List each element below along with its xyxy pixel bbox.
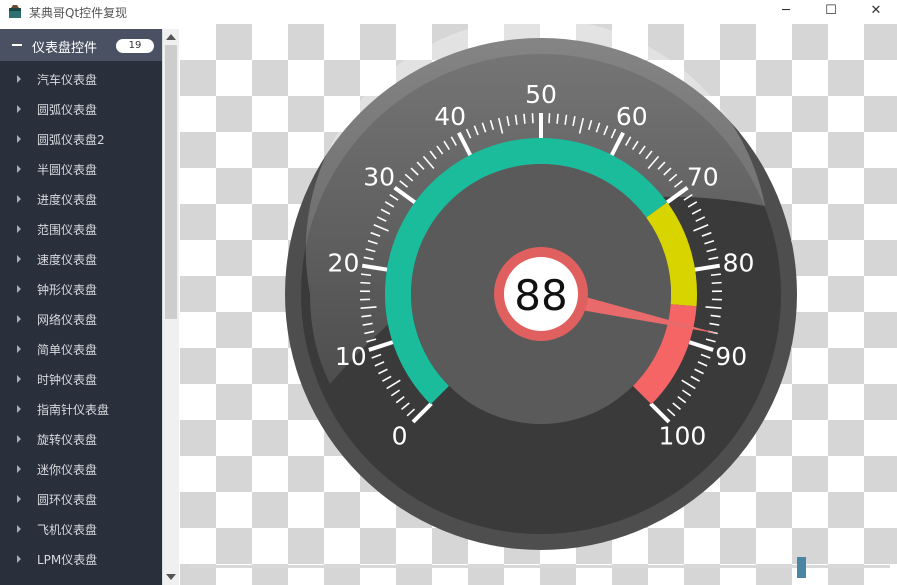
sidebar-item-label: 速度仪表盘: [37, 253, 98, 267]
window-title: 某典哥Qt控件复现: [29, 6, 128, 20]
sidebar-item[interactable]: 圆弧仪表盘2: [0, 124, 162, 154]
nav-group-title: 仪表盘控件: [32, 41, 98, 56]
sidebar-item-label: 简单仪表盘: [37, 343, 98, 357]
sidebar-item-label: 指南针仪表盘: [37, 403, 110, 417]
chevron-right-icon: [17, 465, 21, 473]
chevron-right-icon: [17, 405, 21, 413]
sidebar-item-label: 圆弧仪表盘: [37, 103, 98, 117]
scale-label: 30: [363, 162, 395, 191]
chevron-right-icon: [17, 495, 21, 503]
sidebar-item[interactable]: 旋转仪表盘: [0, 424, 162, 454]
sidebar-item-label: 进度仪表盘: [37, 193, 98, 207]
sidebar-item[interactable]: 进度仪表盘: [0, 184, 162, 214]
chevron-right-icon: [17, 435, 21, 443]
chevron-right-icon: [17, 135, 21, 143]
sidebar-item-label: 网络仪表盘: [37, 313, 98, 327]
sidebar-item-label: 汽车仪表盘: [37, 73, 98, 87]
sidebar-item-label: LPM仪表盘: [37, 553, 98, 567]
chevron-right-icon: [17, 75, 21, 83]
app-window-icon: [9, 5, 21, 18]
scroll-down-arrow-icon[interactable]: [166, 574, 176, 580]
gauge-value-text: 88: [514, 271, 567, 320]
sidebar-item-label: 半圆仪表盘: [37, 163, 98, 177]
scale-label: 80: [723, 249, 755, 278]
sidebar-item-label: 钟形仪表盘: [37, 283, 98, 297]
chevron-right-icon: [17, 225, 21, 233]
scale-label: 50: [525, 80, 557, 109]
sidebar-item-label: 飞机仪表盘: [37, 523, 98, 537]
scale-label: 40: [434, 102, 466, 131]
nav-group-count-badge: 19: [116, 39, 154, 53]
minor-tick: [711, 281, 722, 285]
sidebar-item[interactable]: 时钟仪表盘: [0, 364, 162, 394]
chevron-right-icon: [17, 315, 21, 323]
sidebar-item[interactable]: LPM仪表盘: [0, 544, 162, 574]
sidebar-item[interactable]: 指南针仪表盘: [0, 394, 162, 424]
sidebar-item-label: 范围仪表盘: [37, 223, 98, 237]
minor-tick: [523, 113, 526, 124]
minor-tick: [710, 273, 721, 277]
chevron-right-icon: [17, 555, 21, 563]
gauge-preview-area: 0 10 20 30 40 50 60 70 80 90 100 88: [180, 24, 897, 585]
sidebar-item[interactable]: 飞机仪表盘: [0, 514, 162, 544]
scale-label: 100: [659, 421, 707, 450]
sidebar-item[interactable]: 范围仪表盘: [0, 214, 162, 244]
maximize-button[interactable]: ☐: [808, 0, 854, 24]
sidebar-item-label: 迷你仪表盘: [37, 463, 98, 477]
sidebar-item[interactable]: 网络仪表盘: [0, 304, 162, 334]
sidebar-item[interactable]: 钟形仪表盘: [0, 274, 162, 304]
scale-label: 60: [616, 102, 648, 131]
chevron-right-icon: [17, 105, 21, 113]
minimize-button[interactable]: ─: [763, 0, 809, 24]
value-slider-handle[interactable]: [797, 557, 806, 578]
sidebar-item[interactable]: 圆弧仪表盘: [0, 94, 162, 124]
nav-list: 汽车仪表盘圆弧仪表盘圆弧仪表盘2 半圆仪表盘进度仪表盘范围仪表盘速度仪表盘钟形仪表…: [0, 64, 162, 574]
chevron-right-icon: [17, 285, 21, 293]
sidebar-scrollbar[interactable]: [162, 29, 179, 585]
sidebar-item-label: 旋转仪表盘: [37, 433, 98, 447]
sidebar-item[interactable]: 速度仪表盘: [0, 244, 162, 274]
minor-tick: [361, 273, 372, 277]
minor-tick: [360, 281, 371, 285]
chevron-right-icon: [17, 345, 21, 353]
sidebar-item-label: 时钟仪表盘: [37, 373, 98, 387]
scale-label: 0: [392, 421, 408, 450]
minor-tick: [556, 113, 559, 124]
scrollbar-thumb[interactable]: [165, 45, 177, 319]
chevron-right-icon: [17, 375, 21, 383]
collapse-icon[interactable]: [12, 44, 22, 46]
chevron-right-icon: [17, 165, 21, 173]
nav-group-header[interactable]: 仪表盘控件 19: [0, 29, 162, 61]
scale-label: 70: [687, 162, 719, 191]
scale-label: 20: [328, 249, 360, 278]
sidebar-item[interactable]: 简单仪表盘: [0, 334, 162, 364]
value-slider-track[interactable]: [190, 565, 890, 568]
scroll-up-arrow-icon[interactable]: [166, 34, 176, 40]
close-button[interactable]: ✕: [853, 0, 897, 24]
sidebar-nav: 仪表盘控件 19 汽车仪表盘圆弧仪表盘圆弧仪表盘2 半圆仪表盘进度仪表盘范围仪表盘…: [0, 29, 162, 585]
sidebar-item-label: 圆环仪表盘: [37, 493, 98, 507]
chevron-right-icon: [17, 525, 21, 533]
sidebar-item-label: 圆弧仪表盘2: [37, 133, 105, 147]
sidebar-item[interactable]: 汽车仪表盘: [0, 64, 162, 94]
chevron-right-icon: [17, 195, 21, 203]
scale-label: 10: [335, 342, 367, 371]
sidebar-item[interactable]: 圆环仪表盘: [0, 484, 162, 514]
car-gauge: 0 10 20 30 40 50 60 70 80 90 100 88: [285, 24, 797, 550]
sidebar-item[interactable]: 迷你仪表盘: [0, 454, 162, 484]
sidebar-item[interactable]: 半圆仪表盘: [0, 154, 162, 184]
chevron-right-icon: [17, 255, 21, 263]
scale-label: 90: [715, 342, 747, 371]
title-bar: 某典哥Qt控件复现 ─ ☐ ✕: [0, 0, 897, 24]
